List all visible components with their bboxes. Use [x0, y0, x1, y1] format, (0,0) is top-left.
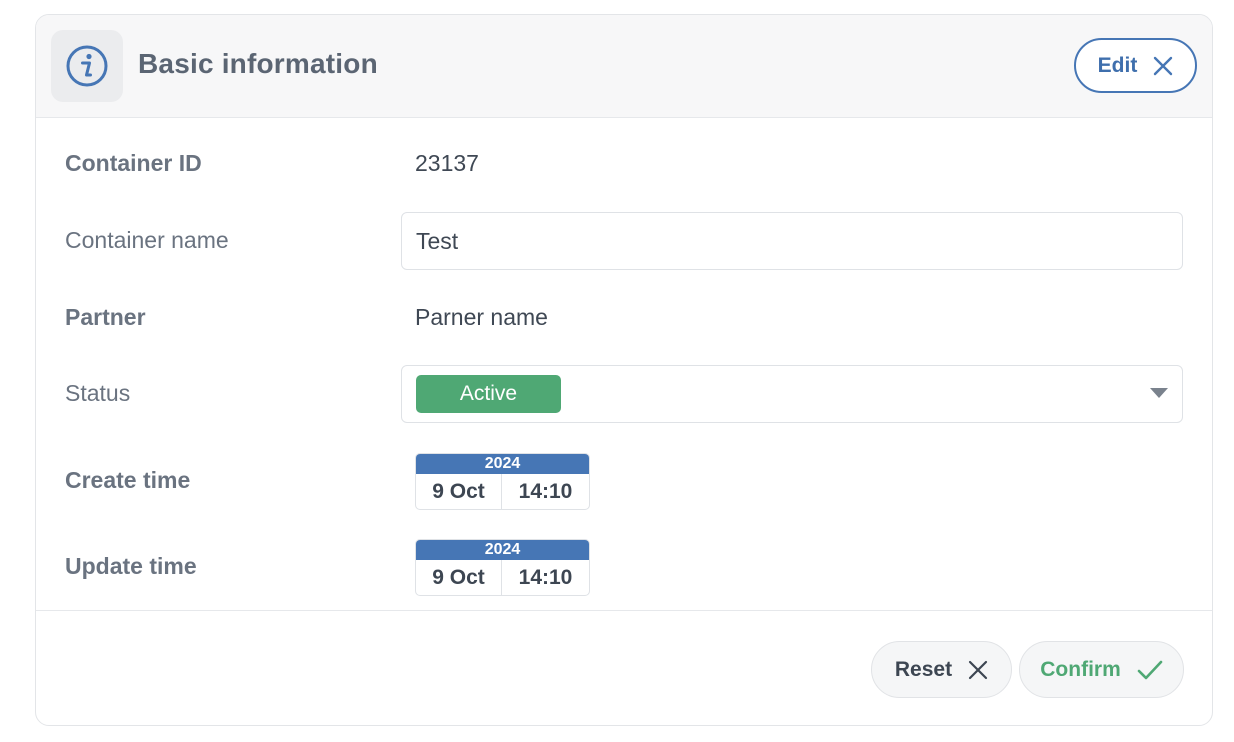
- status-label: Status: [65, 380, 131, 406]
- partner-value: Parner name: [415, 304, 548, 330]
- create-time-day: 9 Oct: [416, 474, 502, 509]
- basic-information-card: Basic information Edit Container ID 2313…: [35, 14, 1213, 726]
- confirm-button[interactable]: Confirm: [1019, 641, 1184, 698]
- confirm-button-label: Confirm: [1040, 657, 1121, 681]
- edit-button-label: Edit: [1097, 53, 1138, 77]
- container-name-input[interactable]: [401, 212, 1183, 270]
- create-time-clock: 14:10: [518, 480, 573, 503]
- card-header: Basic information Edit: [36, 15, 1212, 118]
- create-time-date: 2024 9 Oct 14:10: [415, 453, 590, 510]
- reset-button-label: Reset: [894, 657, 953, 681]
- edit-button[interactable]: Edit: [1074, 38, 1197, 93]
- update-time-date: 2024 9 Oct 14:10: [415, 539, 590, 596]
- container-id-label: Container ID: [65, 150, 202, 176]
- status-select[interactable]: Active: [401, 365, 1183, 423]
- container-id-value: 23137: [415, 150, 479, 176]
- create-time-label: Create time: [65, 467, 191, 493]
- reset-button[interactable]: Reset: [871, 641, 1012, 698]
- update-time-year: 2024: [416, 540, 589, 560]
- status-badge: Active: [416, 375, 561, 413]
- check-icon: [1137, 660, 1163, 679]
- partner-label: Partner: [65, 304, 146, 330]
- close-icon: [968, 660, 988, 679]
- container-name-label: Container name: [65, 227, 229, 253]
- close-icon: [1154, 56, 1173, 75]
- dropdown-arrow-icon: [1150, 388, 1168, 398]
- update-time-day: 9 Oct: [416, 560, 502, 595]
- update-time-label: Update time: [65, 553, 197, 579]
- update-time-clock: 14:10: [518, 566, 573, 589]
- card-title: Basic information: [138, 48, 378, 79]
- create-time-year: 2024: [416, 454, 589, 474]
- info-icon: [51, 30, 123, 102]
- footer-divider: [36, 610, 1212, 611]
